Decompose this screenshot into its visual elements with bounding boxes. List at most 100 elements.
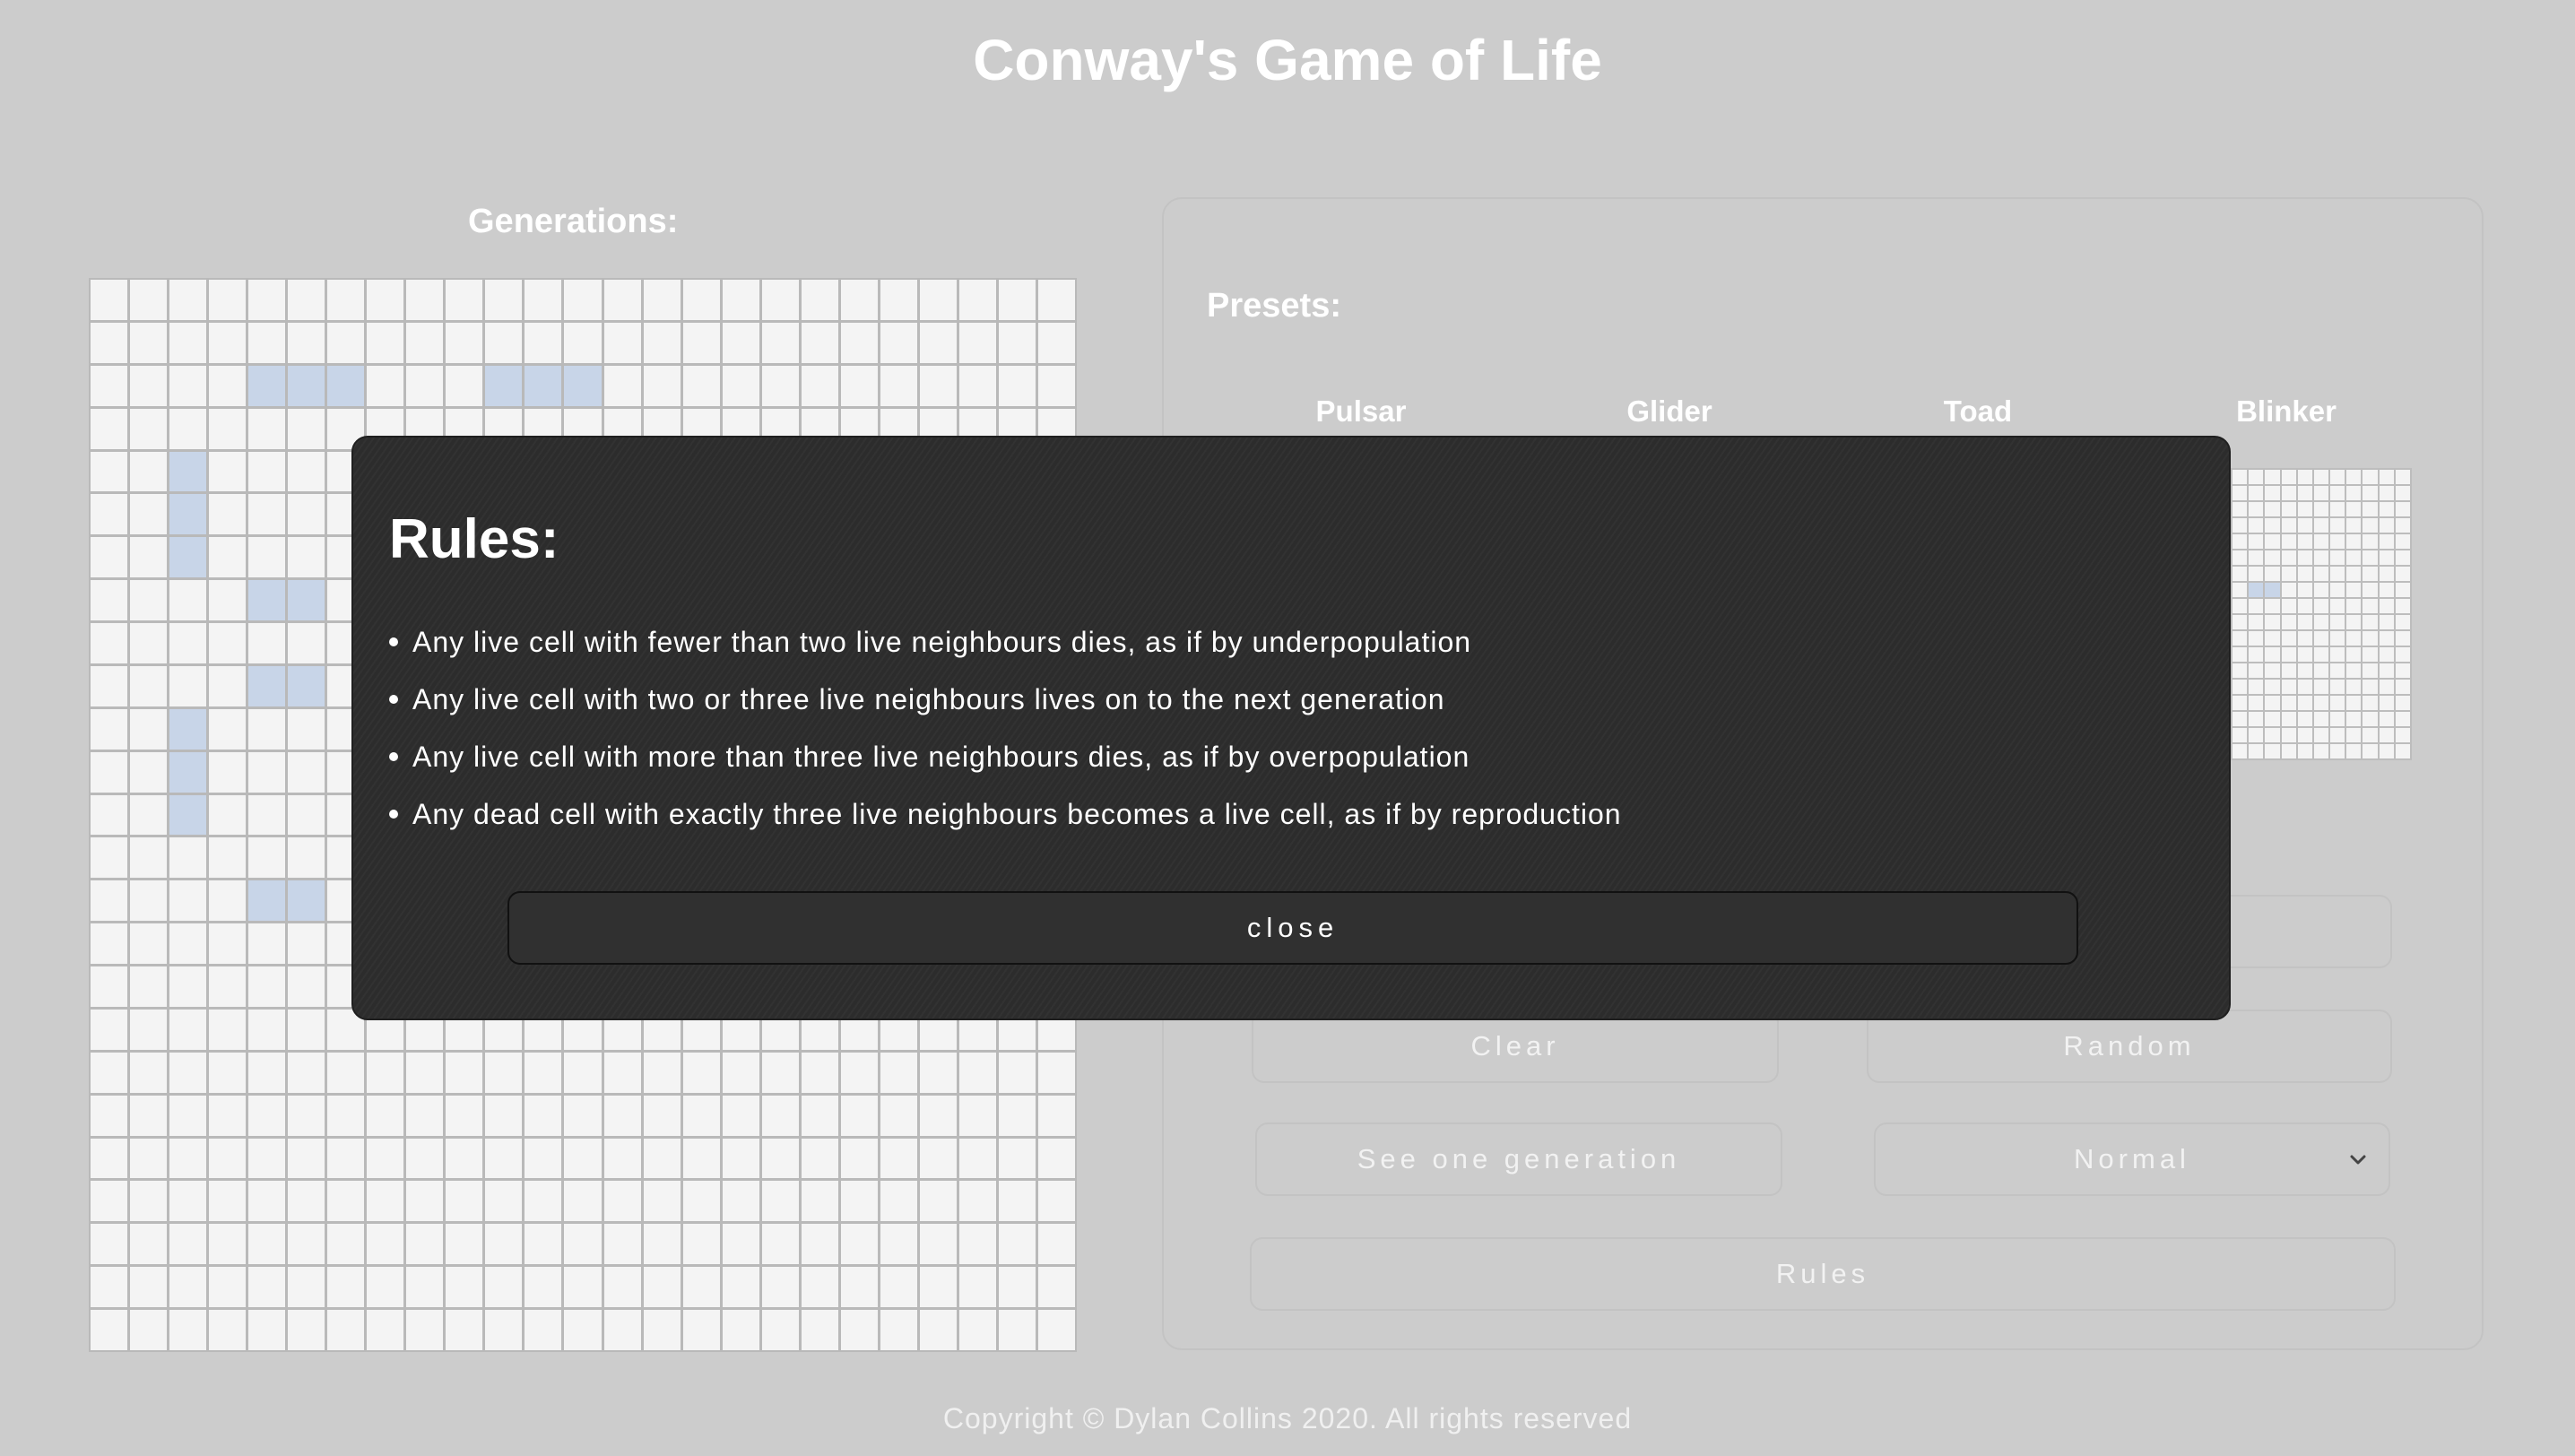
grid-cell[interactable] xyxy=(801,1181,838,1222)
grid-cell[interactable] xyxy=(525,1052,562,1093)
grid-cell[interactable] xyxy=(169,1052,207,1093)
grid-cell[interactable] xyxy=(880,1138,917,1179)
grid-cell[interactable] xyxy=(722,322,759,363)
grid-cell[interactable] xyxy=(840,1224,878,1265)
preset-pulsar[interactable]: Pulsar xyxy=(1271,394,1451,429)
grid-cell[interactable] xyxy=(603,1138,641,1179)
grid-cell[interactable] xyxy=(643,1267,681,1308)
grid-cell[interactable] xyxy=(1037,322,1075,363)
grid-cell[interactable] xyxy=(722,1138,759,1179)
grid-cell[interactable] xyxy=(564,1181,602,1222)
grid-cell[interactable] xyxy=(248,494,286,535)
grid-cell[interactable] xyxy=(91,1224,128,1265)
grid-cell[interactable] xyxy=(761,322,799,363)
grid-cell[interactable] xyxy=(485,1267,523,1308)
grid-cell[interactable] xyxy=(1037,1052,1075,1093)
grid-cell[interactable] xyxy=(169,665,207,706)
grid-cell[interactable] xyxy=(288,665,325,706)
grid-cell[interactable] xyxy=(603,1267,641,1308)
grid-cell[interactable] xyxy=(288,966,325,1007)
grid-cell[interactable] xyxy=(722,365,759,406)
grid-cell[interactable] xyxy=(998,1224,1036,1265)
grid-cell[interactable] xyxy=(130,794,168,836)
grid-cell[interactable] xyxy=(248,623,286,663)
grid-cell[interactable] xyxy=(327,1224,365,1265)
grid-cell[interactable] xyxy=(643,1052,681,1093)
grid-cell[interactable] xyxy=(169,1224,207,1265)
grid-cell[interactable] xyxy=(840,1138,878,1179)
grid-cell[interactable] xyxy=(130,1310,168,1350)
grid-cell[interactable] xyxy=(525,322,562,363)
grid-cell[interactable] xyxy=(998,1052,1036,1093)
grid-cell[interactable] xyxy=(91,880,128,922)
grid-cell[interactable] xyxy=(998,322,1036,363)
grid-cell[interactable] xyxy=(722,280,759,320)
grid-cell[interactable] xyxy=(919,1224,957,1265)
grid-cell[interactable] xyxy=(643,1224,681,1265)
grid-cell[interactable] xyxy=(801,365,838,406)
grid-cell[interactable] xyxy=(801,1095,838,1136)
grid-cell[interactable] xyxy=(91,408,128,449)
grid-cell[interactable] xyxy=(91,280,128,320)
grid-cell[interactable] xyxy=(446,1052,483,1093)
grid-cell[interactable] xyxy=(130,923,168,965)
grid-cell[interactable] xyxy=(446,365,483,406)
grid-cell[interactable] xyxy=(840,1052,878,1093)
rules-button[interactable]: Rules xyxy=(1250,1237,2396,1311)
grid-cell[interactable] xyxy=(446,1310,483,1350)
grid-cell[interactable] xyxy=(722,1310,759,1350)
grid-cell[interactable] xyxy=(761,1310,799,1350)
grid-cell[interactable] xyxy=(682,1095,720,1136)
grid-cell[interactable] xyxy=(209,451,247,492)
grid-cell[interactable] xyxy=(91,537,128,578)
grid-cell[interactable] xyxy=(406,280,444,320)
grid-cell[interactable] xyxy=(169,322,207,363)
grid-cell[interactable] xyxy=(209,751,247,793)
grid-cell[interactable] xyxy=(525,1310,562,1350)
grid-cell[interactable] xyxy=(130,623,168,663)
grid-cell[interactable] xyxy=(288,837,325,879)
grid-cell[interactable] xyxy=(801,1052,838,1093)
grid-cell[interactable] xyxy=(682,1224,720,1265)
grid-cell[interactable] xyxy=(643,1138,681,1179)
grid-cell[interactable] xyxy=(209,1009,247,1050)
grid-cell[interactable] xyxy=(643,1181,681,1222)
grid-cell[interactable] xyxy=(485,1181,523,1222)
grid-cell[interactable] xyxy=(288,1224,325,1265)
grid-cell[interactable] xyxy=(327,1267,365,1308)
grid-cell[interactable] xyxy=(446,322,483,363)
grid-cell[interactable] xyxy=(446,1138,483,1179)
grid-cell[interactable] xyxy=(525,1138,562,1179)
grid-cell[interactable] xyxy=(91,1138,128,1179)
grid-cell[interactable] xyxy=(209,580,247,621)
grid-cell[interactable] xyxy=(603,1181,641,1222)
grid-cell[interactable] xyxy=(722,1181,759,1222)
grid-cell[interactable] xyxy=(288,365,325,406)
grid-cell[interactable] xyxy=(288,451,325,492)
grid-cell[interactable] xyxy=(564,1224,602,1265)
grid-cell[interactable] xyxy=(801,1267,838,1308)
grid-cell[interactable] xyxy=(840,1181,878,1222)
grid-cell[interactable] xyxy=(958,1052,996,1093)
grid-cell[interactable] xyxy=(446,1224,483,1265)
grid-cell[interactable] xyxy=(801,280,838,320)
grid-cell[interactable] xyxy=(91,365,128,406)
grid-cell[interactable] xyxy=(446,1267,483,1308)
grid-cell[interactable] xyxy=(169,794,207,836)
grid-cell[interactable] xyxy=(761,365,799,406)
grid-cell[interactable] xyxy=(958,1267,996,1308)
grid-cell[interactable] xyxy=(169,1181,207,1222)
grid-cell[interactable] xyxy=(130,665,168,706)
grid-cell[interactable] xyxy=(91,923,128,965)
grid-cell[interactable] xyxy=(643,1095,681,1136)
grid-cell[interactable] xyxy=(525,1181,562,1222)
grid-cell[interactable] xyxy=(130,1224,168,1265)
grid-cell[interactable] xyxy=(248,665,286,706)
grid-cell[interactable] xyxy=(130,880,168,922)
grid-cell[interactable] xyxy=(958,1095,996,1136)
grid-cell[interactable] xyxy=(485,1224,523,1265)
grid-cell[interactable] xyxy=(169,880,207,922)
grid-cell[interactable] xyxy=(288,1181,325,1222)
grid-cell[interactable] xyxy=(761,1138,799,1179)
grid-cell[interactable] xyxy=(209,537,247,578)
